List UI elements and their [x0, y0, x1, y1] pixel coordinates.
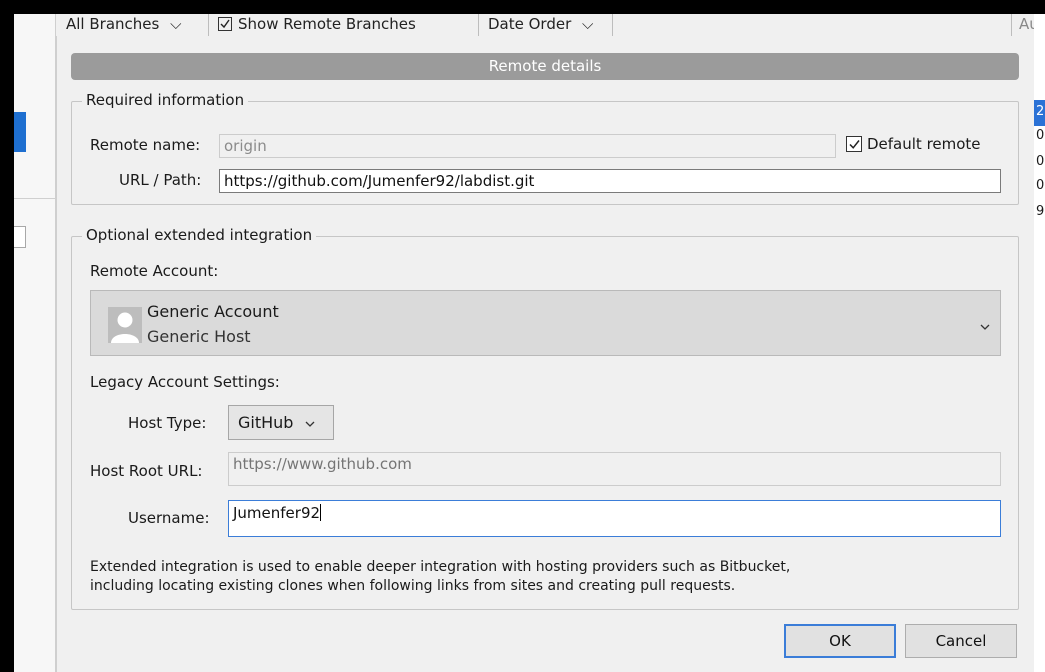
commit-row-clip: 0 — [1036, 154, 1045, 169]
host-type-dropdown[interactable]: GitHub — [228, 405, 334, 440]
background-toolbar: All Branches ⌵ Show Remote Branches Date… — [56, 14, 1037, 36]
remote-account-label: Remote Account: — [90, 262, 219, 280]
branches-dropdown-label: All Branches — [66, 15, 160, 33]
toolbar-separator — [612, 14, 613, 36]
chevron-down-icon — [980, 317, 990, 335]
order-dropdown-label: Date Order — [488, 15, 572, 33]
account-host: Generic Host — [147, 327, 251, 346]
background-commit-list: 2 0 0 0 9 — [1034, 14, 1045, 672]
username-input[interactable]: Jumenfer92 — [228, 500, 1001, 537]
legacy-account-settings-label: Legacy Account Settings: — [90, 373, 280, 391]
account-name: Generic Account — [147, 302, 279, 321]
optional-integration-legend: Optional extended integration — [82, 226, 317, 244]
extended-integration-note: Extended integration is used to enable d… — [90, 558, 1010, 596]
cancel-button[interactable]: Cancel — [905, 624, 1017, 658]
commit-row-clip: 9 — [1036, 204, 1045, 219]
note-line: Extended integration is used to enable d… — [90, 559, 791, 575]
show-remote-branches-checkbox[interactable]: Show Remote Branches — [218, 15, 416, 33]
commit-row-clip: 0 — [1036, 128, 1045, 143]
order-dropdown[interactable]: Date Order ⌵ — [488, 15, 593, 33]
url-path-input[interactable] — [219, 169, 1001, 193]
username-value: Jumenfer92 — [233, 504, 321, 522]
username-label: Username: — [128, 509, 210, 527]
checkbox-checked-icon — [218, 17, 232, 31]
host-root-url-input[interactable] — [228, 452, 1001, 486]
default-remote-checkbox[interactable]: Default remote — [846, 135, 981, 153]
screen-frame-top — [0, 0, 1045, 14]
chevron-down-icon: ⌵ — [170, 15, 182, 33]
background-sidebar-field — [14, 226, 26, 248]
chevron-down-icon — [305, 413, 315, 432]
toolbar-separator — [478, 14, 479, 36]
url-path-label: URL / Path: — [119, 171, 202, 189]
toolbar-separator — [208, 14, 209, 36]
dialog-title: Remote details — [71, 53, 1019, 80]
screen-frame-left — [0, 0, 14, 672]
background-sidebar-divider — [14, 198, 56, 199]
remote-name-input[interactable] — [219, 134, 836, 158]
checkbox-checked-icon — [846, 136, 862, 152]
commit-row-clip: 2 — [1036, 104, 1045, 119]
ok-button[interactable]: OK — [784, 624, 896, 658]
branches-dropdown[interactable]: All Branches ⌵ — [66, 15, 181, 33]
host-type-value: GitHub — [238, 413, 294, 432]
remote-name-label: Remote name: — [90, 136, 201, 154]
show-remote-branches-label: Show Remote Branches — [238, 15, 416, 33]
text-caret — [320, 504, 322, 521]
host-type-label: Host Type: — [128, 414, 207, 432]
note-line: including locating existing clones when … — [90, 578, 736, 594]
toolbar-separator — [1011, 14, 1012, 36]
background-sidebar-selection — [14, 112, 26, 152]
remote-account-selector[interactable]: Generic Account Generic Host — [90, 290, 1001, 356]
commit-row-clip: 0 — [1036, 178, 1045, 193]
required-information-legend: Required information — [82, 91, 249, 109]
default-remote-label: Default remote — [867, 135, 981, 153]
chevron-down-icon: ⌵ — [582, 15, 594, 33]
host-root-url-label: Host Root URL: — [90, 462, 203, 480]
avatar-icon — [108, 307, 142, 343]
